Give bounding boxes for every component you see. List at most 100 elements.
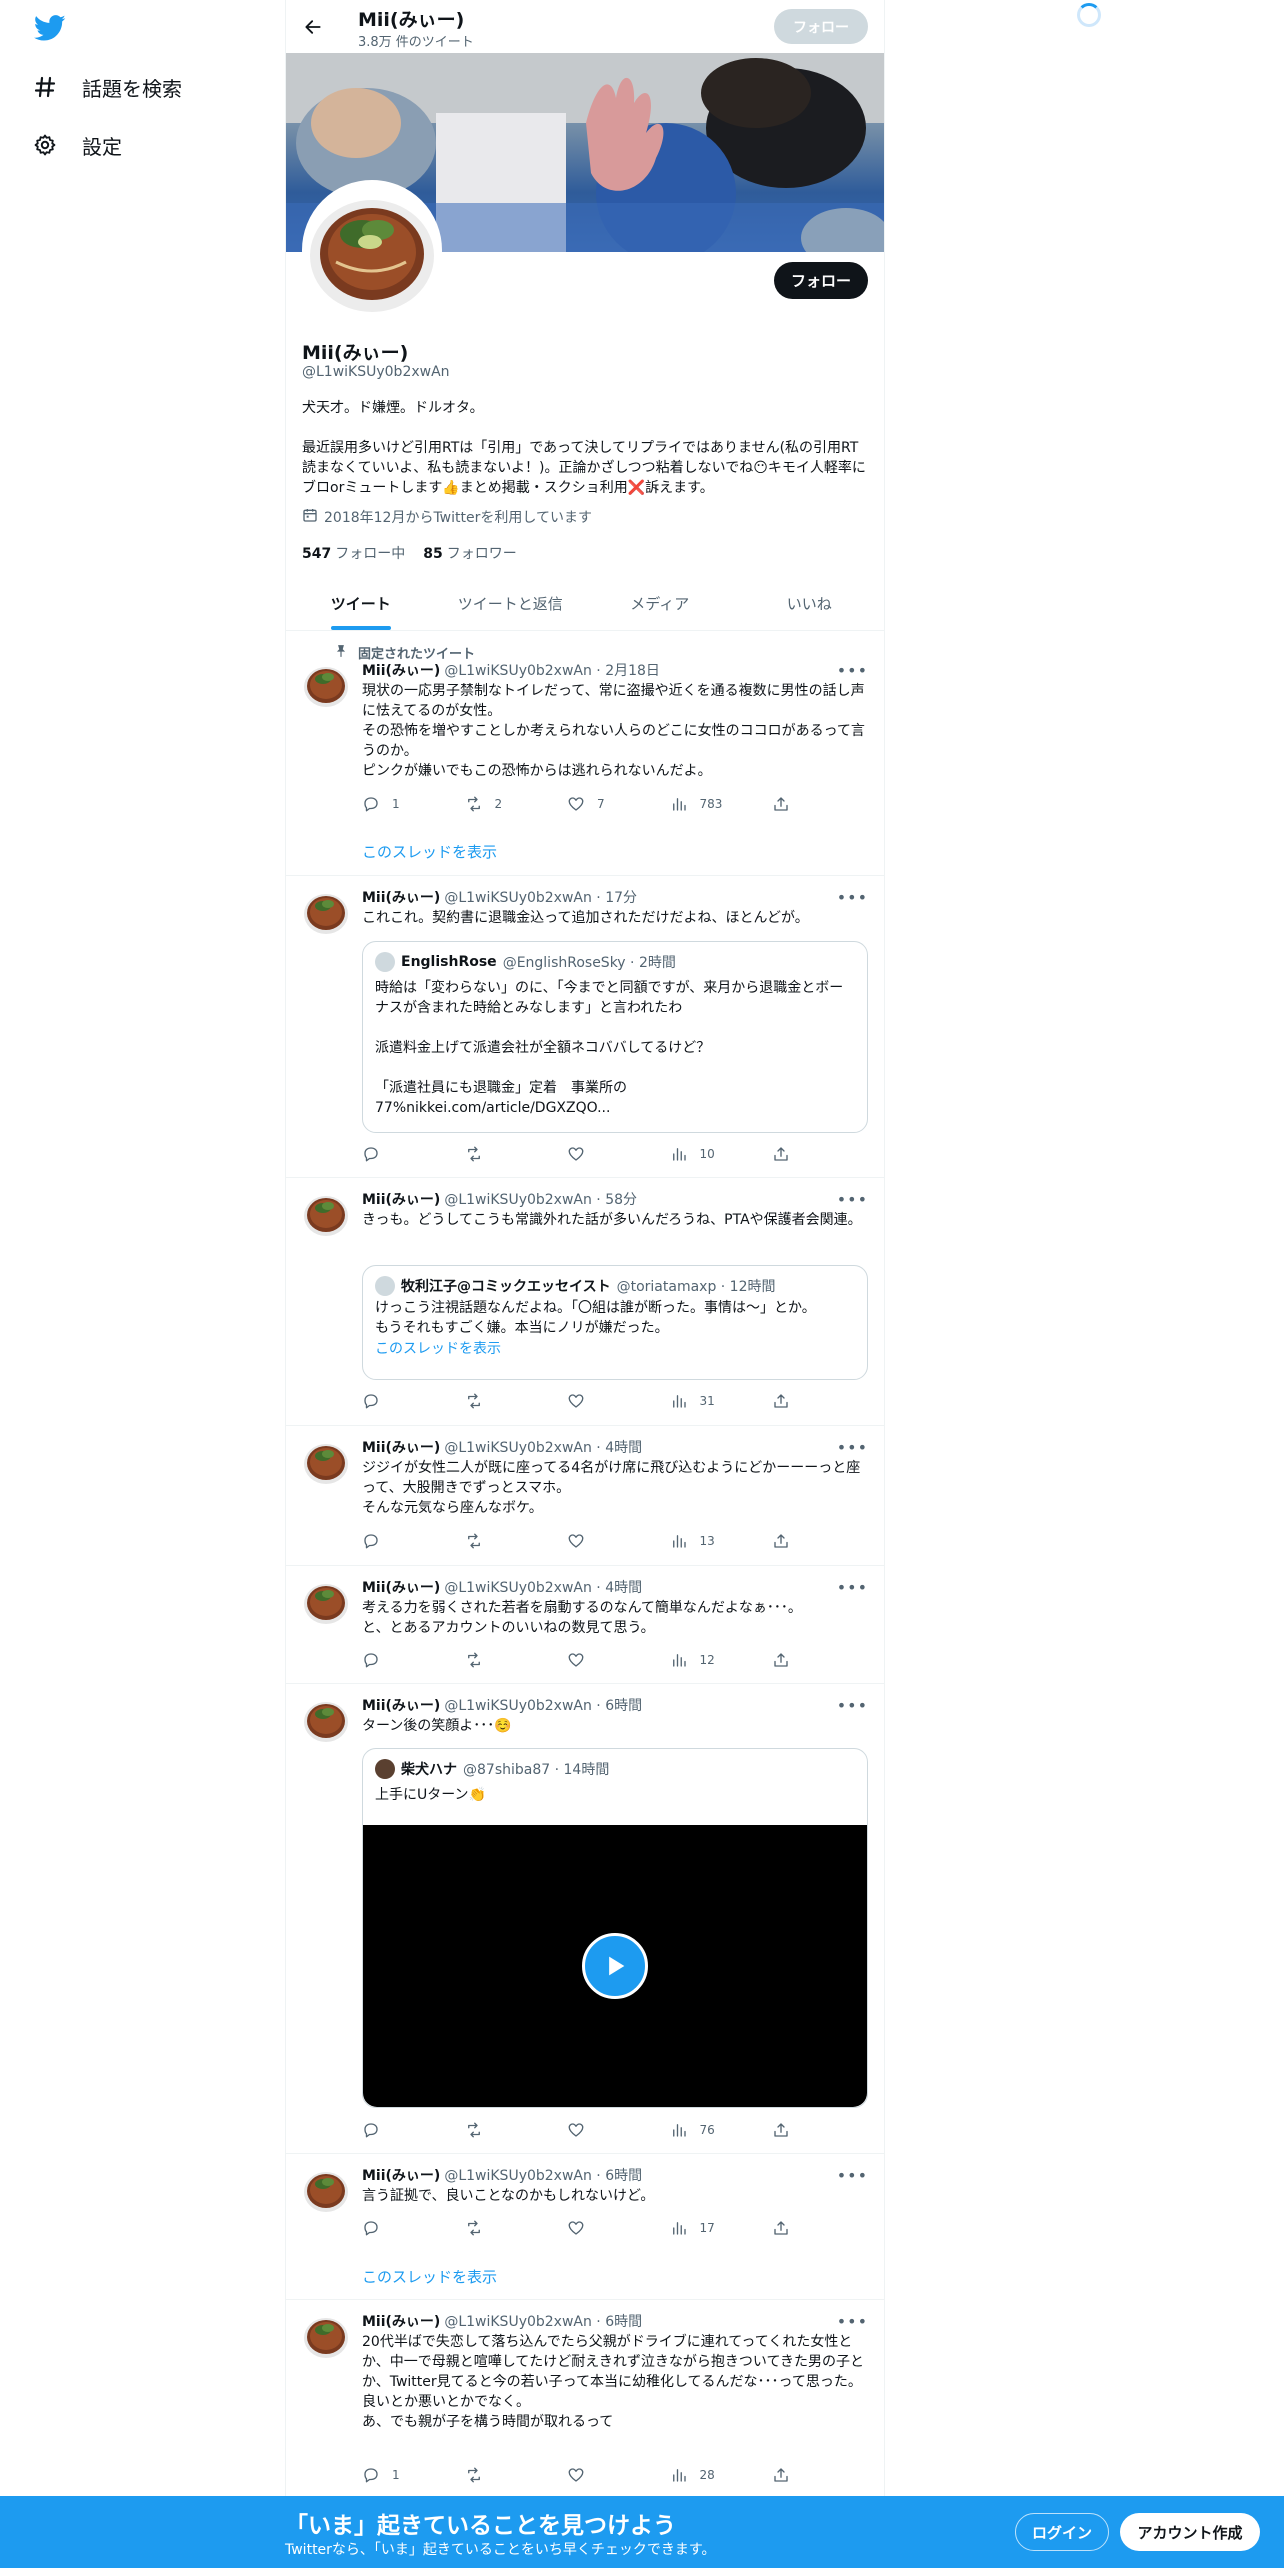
- more-icon[interactable]: •••: [837, 2312, 868, 2331]
- back-arrow-icon[interactable]: [298, 12, 328, 42]
- like-button[interactable]: [567, 1391, 647, 1411]
- tweet-meta[interactable]: @L1wiKSUy0b2xwAn · 6時間: [444, 2166, 642, 2186]
- retweet-button[interactable]: [465, 1650, 545, 1670]
- tab-tweets[interactable]: ツイート: [286, 578, 436, 630]
- reply-button[interactable]: [362, 2120, 442, 2140]
- like-button[interactable]: [567, 2120, 647, 2140]
- reply-button[interactable]: [362, 1391, 442, 1411]
- tweet-item[interactable]: Mii(みぃー) @L1wiKSUy0b2xwAn · 4時間 ••• ジジイが女…: [286, 1426, 884, 1566]
- retweet-button[interactable]: [465, 2465, 545, 2485]
- more-icon[interactable]: •••: [837, 1438, 868, 1457]
- share-button[interactable]: [772, 2120, 792, 2140]
- share-button[interactable]: [772, 2465, 792, 2485]
- avatar[interactable]: [302, 661, 350, 709]
- reply-button[interactable]: 1: [362, 794, 442, 814]
- share-button[interactable]: [772, 1531, 792, 1551]
- followers-link[interactable]: 85 フォロワー: [423, 543, 516, 563]
- share-button[interactable]: [772, 1650, 792, 1670]
- retweet-button[interactable]: [465, 2120, 545, 2140]
- reply-button[interactable]: [362, 1144, 442, 1164]
- signup-button[interactable]: アカウント作成: [1120, 2513, 1260, 2551]
- reply-button[interactable]: [362, 1650, 442, 1670]
- tweet-author-name[interactable]: Mii(みぃー): [362, 1578, 440, 1598]
- tweet-item[interactable]: Mii(みぃー) @L1wiKSUy0b2xwAn · 6時間 ••• 20代半ば…: [286, 2300, 884, 2496]
- tab-likes[interactable]: いいね: [735, 578, 885, 630]
- tab-media[interactable]: メディア: [585, 578, 735, 630]
- avatar[interactable]: [302, 1696, 350, 1744]
- like-button[interactable]: [567, 1650, 647, 1670]
- like-button[interactable]: 7: [567, 794, 647, 814]
- like-button[interactable]: [567, 2218, 647, 2238]
- tweet-item[interactable]: Mii(みぃー) @L1wiKSUy0b2xwAn · 17分 ••• これこれ。…: [286, 876, 884, 1178]
- retweet-button[interactable]: [465, 2218, 545, 2238]
- more-icon[interactable]: •••: [837, 1696, 868, 1715]
- tweet-author-name[interactable]: Mii(みぃー): [362, 661, 440, 681]
- tweet-author-name[interactable]: Mii(みぃー): [362, 888, 440, 908]
- like-button[interactable]: [567, 1531, 647, 1551]
- quoted-show-thread-link[interactable]: このスレッドを表示: [375, 1338, 855, 1358]
- tweet-meta[interactable]: @L1wiKSUy0b2xwAn · 2月18日: [444, 661, 660, 681]
- share-button[interactable]: [772, 794, 792, 814]
- login-button[interactable]: ログイン: [1015, 2513, 1109, 2551]
- avatar[interactable]: [302, 1438, 350, 1486]
- tweet-meta[interactable]: @L1wiKSUy0b2xwAn · 6時間: [444, 1696, 642, 1716]
- tweet-meta[interactable]: @L1wiKSUy0b2xwAn · 4時間: [444, 1578, 642, 1598]
- more-icon[interactable]: •••: [837, 2166, 868, 2185]
- views-button[interactable]: 28: [670, 2465, 750, 2485]
- follow-button[interactable]: フォロー: [774, 262, 868, 299]
- tweet-meta[interactable]: @L1wiKSUy0b2xwAn · 6時間: [444, 2312, 642, 2332]
- tweet-author-name[interactable]: Mii(みぃー): [362, 1190, 440, 1210]
- avatar[interactable]: [302, 888, 350, 936]
- tweet-meta[interactable]: @L1wiKSUy0b2xwAn · 4時間: [444, 1438, 642, 1458]
- profile-avatar[interactable]: [302, 180, 442, 320]
- tweet-meta[interactable]: @L1wiKSUy0b2xwAn · 17分: [444, 888, 637, 908]
- nav-settings[interactable]: 設定: [30, 120, 122, 170]
- tweet-author-name[interactable]: Mii(みぃー): [362, 1438, 440, 1458]
- tweet-author-name[interactable]: Mii(みぃー): [362, 2312, 440, 2332]
- video-player[interactable]: [363, 1825, 867, 2107]
- retweet-button[interactable]: [465, 1391, 545, 1411]
- tweet-item[interactable]: Mii(みぃー) @L1wiKSUy0b2xwAn · 6時間 ••• 言う証拠で…: [286, 2154, 884, 2300]
- quoted-tweet[interactable]: EnglishRose @EnglishRoseSky · 2時間 時給は「変わら…: [362, 941, 868, 1133]
- more-icon[interactable]: •••: [837, 1190, 868, 1209]
- like-button[interactable]: [567, 1144, 647, 1164]
- avatar[interactable]: [302, 1190, 350, 1238]
- tweet-author-name[interactable]: Mii(みぃー): [362, 2166, 440, 2186]
- twitter-logo-icon[interactable]: [32, 12, 68, 44]
- views-button[interactable]: 17: [670, 2218, 750, 2238]
- more-icon[interactable]: •••: [837, 661, 868, 680]
- tweet-item[interactable]: 固定されたツイート Mii(みぃー) @L1wiKSUy0b2xwAn · 2月1…: [286, 631, 884, 876]
- share-button[interactable]: [772, 1391, 792, 1411]
- tweet-author-name[interactable]: Mii(みぃー): [362, 1696, 440, 1716]
- retweet-button[interactable]: 2: [465, 794, 545, 814]
- following-link[interactable]: 547 フォロー中: [302, 543, 405, 563]
- avatar[interactable]: [302, 2312, 350, 2360]
- tab-tweets-and-replies[interactable]: ツイートと返信: [436, 578, 586, 630]
- tweet-item[interactable]: Mii(みぃー) @L1wiKSUy0b2xwAn · 4時間 ••• 考える力を…: [286, 1566, 884, 1684]
- tweet-item[interactable]: Mii(みぃー) @L1wiKSUy0b2xwAn · 6時間 ••• ターン後の…: [286, 1684, 884, 2154]
- share-button[interactable]: [772, 1144, 792, 1164]
- retweet-button[interactable]: [465, 1144, 545, 1164]
- avatar[interactable]: [302, 2166, 350, 2214]
- views-button[interactable]: 783: [670, 794, 750, 814]
- play-button[interactable]: [582, 1933, 648, 1999]
- more-icon[interactable]: •••: [837, 888, 868, 907]
- reply-button[interactable]: 1: [362, 2465, 442, 2485]
- share-button[interactable]: [772, 2218, 792, 2238]
- more-icon[interactable]: •••: [837, 1578, 868, 1597]
- header-follow-button[interactable]: フォロー: [774, 9, 868, 44]
- nav-explore[interactable]: 話題を検索: [30, 62, 182, 112]
- show-thread-link[interactable]: このスレッドを表示: [362, 2266, 497, 2287]
- avatar[interactable]: [302, 1578, 350, 1626]
- show-thread-link[interactable]: このスレッドを表示: [362, 841, 497, 862]
- like-button[interactable]: [567, 2465, 647, 2485]
- views-button[interactable]: 31: [670, 1391, 750, 1411]
- quoted-tweet[interactable]: 柴犬ハナ @87shiba87 · 14時間 上手にUターン👏: [362, 1748, 868, 2108]
- views-button[interactable]: 12: [670, 1650, 750, 1670]
- retweet-button[interactable]: [465, 1531, 545, 1551]
- reply-button[interactable]: [362, 1531, 442, 1551]
- tweet-item[interactable]: Mii(みぃー) @L1wiKSUy0b2xwAn · 58分 ••• きっも。ど…: [286, 1178, 884, 1426]
- views-button[interactable]: 10: [670, 1144, 750, 1164]
- views-button[interactable]: 13: [670, 1531, 750, 1551]
- quoted-tweet[interactable]: 牧利江子@コミックエッセイスト @toriatamaxp · 12時間 けっこう注…: [362, 1265, 868, 1380]
